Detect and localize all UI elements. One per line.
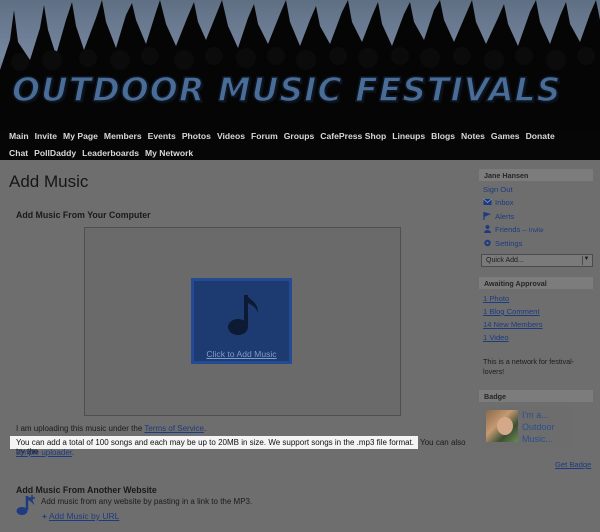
- nav-item-chat[interactable]: Chat: [9, 148, 28, 158]
- section-title-computer: Add Music From Your Computer: [16, 210, 151, 220]
- alerts-link[interactable]: Alerts: [483, 212, 514, 221]
- url-help-text: Add music from any website by pasting in…: [41, 497, 253, 506]
- nav-item-videos[interactable]: Videos: [217, 131, 245, 141]
- simple-uploader-line: simple uploader.: [16, 448, 75, 457]
- badge-line-1: I'm a...: [522, 410, 549, 420]
- awaiting-members-link[interactable]: 14 New Members: [483, 320, 543, 329]
- nav-item-main[interactable]: Main: [9, 131, 29, 141]
- nav-item-cafepress-shop[interactable]: CafePress Shop: [320, 131, 386, 141]
- nav-item-my-page[interactable]: My Page: [63, 131, 98, 141]
- section-title-website: Add Music From Another Website: [16, 485, 157, 495]
- network-badge[interactable]: I'm a... Outdoor Music...: [481, 407, 573, 449]
- nav-item-groups[interactable]: Groups: [284, 131, 315, 141]
- awaiting-approval-header: Awaiting Approval: [479, 277, 593, 289]
- click-to-add-music-button[interactable]: Click to Add Music: [191, 278, 292, 364]
- upload-info-text: You can add a total of 100 songs and eac…: [10, 436, 472, 456]
- nav-item-notes[interactable]: Notes: [461, 131, 485, 141]
- page-title: Add Music: [9, 172, 89, 191]
- nav-item-photos[interactable]: Photos: [182, 131, 211, 141]
- nav-item-donate[interactable]: Donate: [526, 131, 555, 141]
- person-icon: [484, 225, 491, 233]
- music-note-small-icon: [16, 495, 35, 515]
- site-header: OUTDOOR MUSIC FESTIVALS Main Invite My Pag…: [0, 0, 600, 160]
- flag-icon: [483, 212, 491, 220]
- nav-item-members[interactable]: Members: [104, 131, 142, 141]
- badge-header: Badge: [479, 390, 593, 402]
- settings-link[interactable]: Settings: [483, 239, 522, 248]
- invite-friends-link[interactable]: Invite: [529, 227, 544, 234]
- click-to-add-music-label[interactable]: Click to Add Music: [194, 349, 289, 359]
- nav-item-invite[interactable]: Invite: [35, 131, 57, 141]
- chevron-down-icon: ▼: [582, 256, 590, 265]
- terms-text: I am uploading this music under the Term…: [16, 424, 207, 433]
- main-content: Add Music Add Music From Your Computer C…: [0, 160, 472, 532]
- badge-line-3: Music...: [522, 434, 554, 444]
- user-name-header: Jane Hansen: [479, 169, 593, 181]
- inbox-link[interactable]: Inbox: [483, 198, 514, 207]
- nav-item-my-network[interactable]: My Network: [145, 148, 193, 158]
- envelope-icon: [483, 198, 492, 205]
- badge-avatar: [486, 410, 518, 442]
- nav-item-lineups[interactable]: Lineups: [392, 131, 425, 141]
- nav-item-events[interactable]: Events: [148, 131, 176, 141]
- awaiting-photo-link[interactable]: 1 Photo: [483, 294, 509, 303]
- quick-add-select[interactable]: Quick Add... ▼: [481, 254, 593, 267]
- upload-drop-area[interactable]: Click to Add Music: [84, 227, 401, 416]
- get-badge-link[interactable]: Get Badge: [555, 460, 591, 469]
- plus-icon: +: [42, 511, 47, 521]
- nav-row-1: Main Invite My Page Members Events Photos Vide…: [6, 127, 596, 144]
- nav-item-blogs[interactable]: Blogs: [431, 131, 455, 141]
- badge-line-2: Outdoor: [522, 422, 555, 432]
- simple-uploader-link[interactable]: simple uploader: [16, 448, 72, 457]
- terms-of-service-link[interactable]: Terms of Service: [144, 424, 204, 433]
- main-nav: Main Invite My Page Members Events Photos Vide…: [6, 127, 596, 160]
- friends-link[interactable]: Friends – Invite: [483, 225, 544, 234]
- nav-item-forum[interactable]: Forum: [251, 131, 278, 141]
- nav-item-games[interactable]: Games: [491, 131, 520, 141]
- nav-row-2: Chat PollDaddy Leaderboards My Network: [6, 144, 596, 160]
- add-music-by-url-link[interactable]: + Add Music by URL: [42, 511, 119, 521]
- gear-icon: [484, 239, 491, 247]
- awaiting-video-link[interactable]: 1 Video: [483, 333, 509, 342]
- sign-out-link[interactable]: Sign Out: [483, 185, 513, 194]
- nav-item-leaderboards[interactable]: Leaderboards: [82, 148, 139, 158]
- awaiting-blog-comment-link[interactable]: 1 Blog Comment: [483, 307, 540, 316]
- music-note-icon: [228, 295, 258, 335]
- sidebar: Jane Hansen Sign Out Inbox Alerts Friend…: [477, 160, 595, 532]
- crowd-silhouette: [0, 0, 600, 130]
- site-logo[interactable]: OUTDOOR MUSIC FESTIVALS: [11, 69, 561, 110]
- nav-item-polldaddy[interactable]: PollDaddy: [34, 148, 76, 158]
- network-description: This is a network for festival-lovers!: [483, 357, 575, 376]
